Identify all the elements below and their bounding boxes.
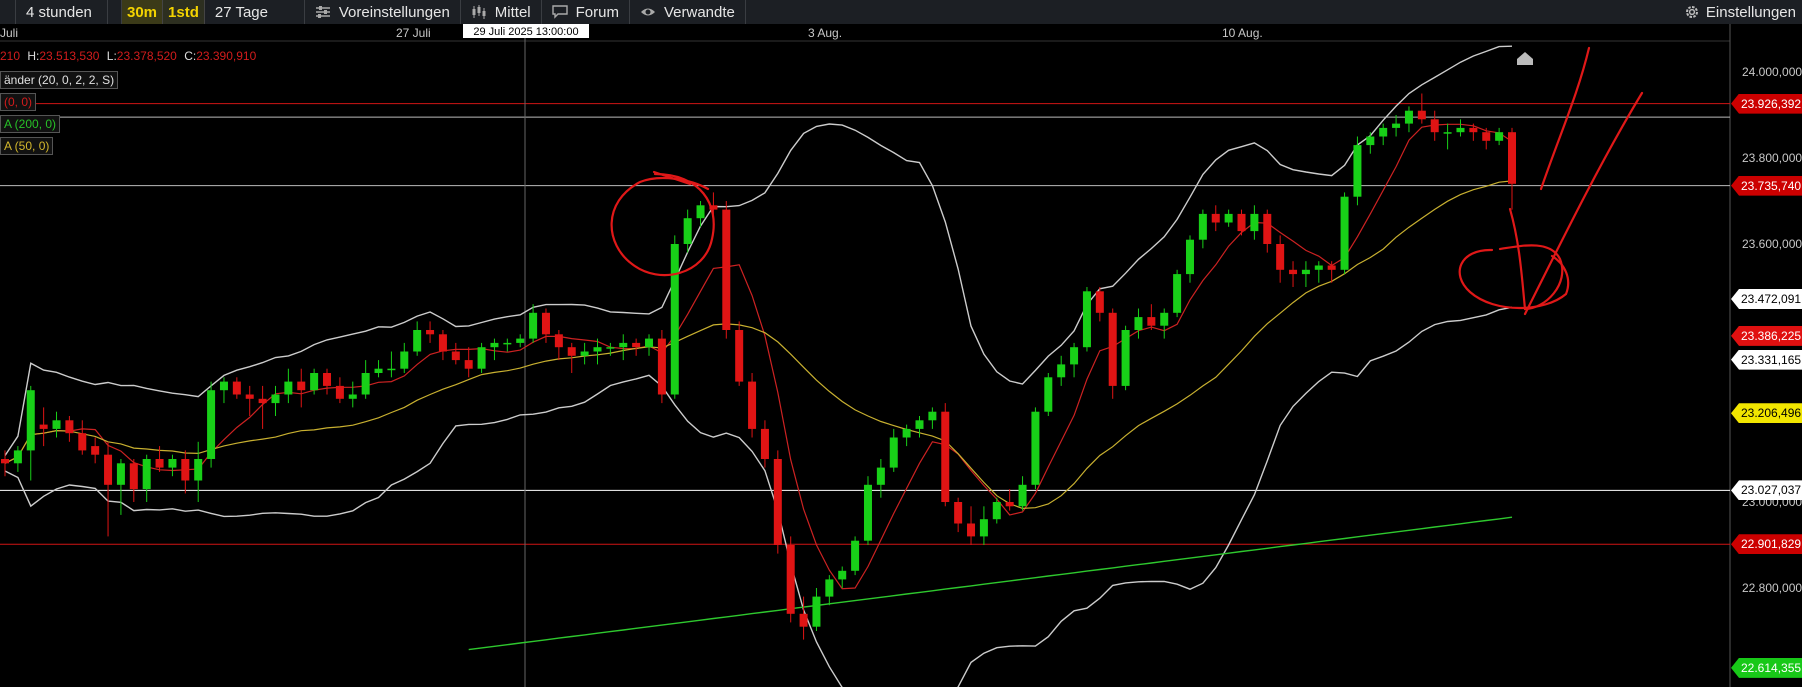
- candle: [1044, 373, 1053, 416]
- candle: [851, 536, 860, 576]
- sliders-icon: [315, 6, 330, 18]
- chart-toolbar: 4 stunden 30m 1std 27 Tage Voreinstellun…: [0, 0, 1802, 25]
- candle: [735, 321, 744, 386]
- ohlc-low-label: L:: [106, 49, 117, 63]
- crosshair-date-text: 29 Juli 2025 13:00:00: [473, 26, 578, 38]
- price-box: 23.206,496: [1731, 403, 1802, 424]
- candle: [477, 342, 486, 373]
- related-label: Verwandte: [663, 3, 735, 21]
- x-tick-label: 27 Juli: [396, 26, 431, 40]
- candlestick-icon: [472, 5, 486, 19]
- range-separator: [108, 0, 122, 24]
- x-tick-label: Juli: [0, 26, 18, 40]
- settings-button[interactable]: Einstellungen: [1684, 0, 1796, 24]
- x-tick-label: 3 Aug.: [808, 26, 842, 40]
- price-box: 23.926,392: [1731, 93, 1802, 114]
- y-tick-label: 23.600,000: [1742, 237, 1802, 251]
- candle: [657, 330, 666, 404]
- interval-1std-button[interactable]: 1std: [163, 0, 205, 24]
- legend-yellow-line[interactable]: A (50, 0): [0, 137, 54, 155]
- price-box: 23.331,165: [1731, 349, 1802, 370]
- candle: [1082, 287, 1091, 352]
- gear-icon: [1685, 6, 1698, 18]
- crosshair-date-label: 29 Juli 2025 13:00:00: [463, 24, 589, 38]
- related-button[interactable]: Verwandte: [630, 0, 746, 24]
- candle: [1108, 308, 1117, 399]
- interval-30m-button[interactable]: 30m: [122, 0, 164, 24]
- candlestick-chart[interactable]: Juli 27 Juli 3 Aug. 10 Aug. 24.000,000 23.80…: [0, 24, 1802, 687]
- candle: [1173, 269, 1182, 318]
- price-box: 23.027,037: [1731, 480, 1802, 501]
- legend-bands[interactable]: änder (20, 0, 2, 2, S): [0, 71, 119, 89]
- candle: [863, 476, 872, 545]
- x-tick-label: 10 Aug.: [1222, 26, 1263, 40]
- candle: [207, 381, 216, 468]
- average-button[interactable]: Mittel: [461, 0, 542, 24]
- candle: [941, 403, 950, 507]
- legend-green-line[interactable]: A (200, 0): [0, 115, 61, 133]
- candle: [786, 536, 795, 623]
- ohlc-high-value: 23.513,530: [39, 49, 100, 63]
- price-box: 23.735,740: [1731, 175, 1802, 196]
- price-box: 23.472,091: [1731, 289, 1802, 309]
- chart-background: [0, 24, 1802, 687]
- ohlc-legend: 210 H:23.513,530 L:23.378,520 C:23.390,9…: [0, 49, 257, 63]
- ohlc-open-value: 210: [0, 49, 21, 63]
- ohlc-low-value: 23.378,520: [116, 49, 177, 63]
- presets-button[interactable]: Voreinstellungen: [305, 0, 461, 24]
- y-tick-label: 23.800,000: [1742, 151, 1802, 165]
- forum-label: Forum: [575, 3, 619, 21]
- candle: [1340, 192, 1349, 275]
- presets-label: Voreinstellungen: [338, 3, 450, 21]
- average-label: Mittel: [494, 3, 531, 21]
- toolbar-edge-button[interactable]: [0, 0, 16, 24]
- forum-button[interactable]: Forum: [542, 0, 630, 24]
- candle: [1121, 325, 1130, 391]
- speech-bubble-icon: [551, 5, 568, 19]
- ohlc-high-label: H:: [27, 49, 40, 63]
- candle: [1353, 136, 1362, 206]
- eye-icon: [640, 8, 655, 16]
- range-dropdown[interactable]: 4 stunden: [16, 0, 108, 24]
- candle: [748, 373, 757, 438]
- price-box: 22.614,355: [1731, 657, 1802, 678]
- y-tick-label: 22.800,000: [1742, 581, 1802, 595]
- candle: [1031, 407, 1040, 490]
- settings-label: Einstellungen: [1705, 3, 1796, 21]
- y-tick-label: 24.000,000: [1742, 65, 1802, 79]
- price-box: 22.901,829: [1731, 534, 1802, 555]
- ohlc-close-value: 23.390,910: [196, 49, 257, 63]
- candle: [670, 235, 679, 399]
- candle: [722, 201, 731, 339]
- legend-red-line[interactable]: (0, 0): [0, 93, 37, 111]
- price-box: 23.386,225: [1731, 325, 1802, 346]
- candle: [773, 450, 782, 554]
- period-dropdown[interactable]: 27 Tage: [205, 0, 305, 24]
